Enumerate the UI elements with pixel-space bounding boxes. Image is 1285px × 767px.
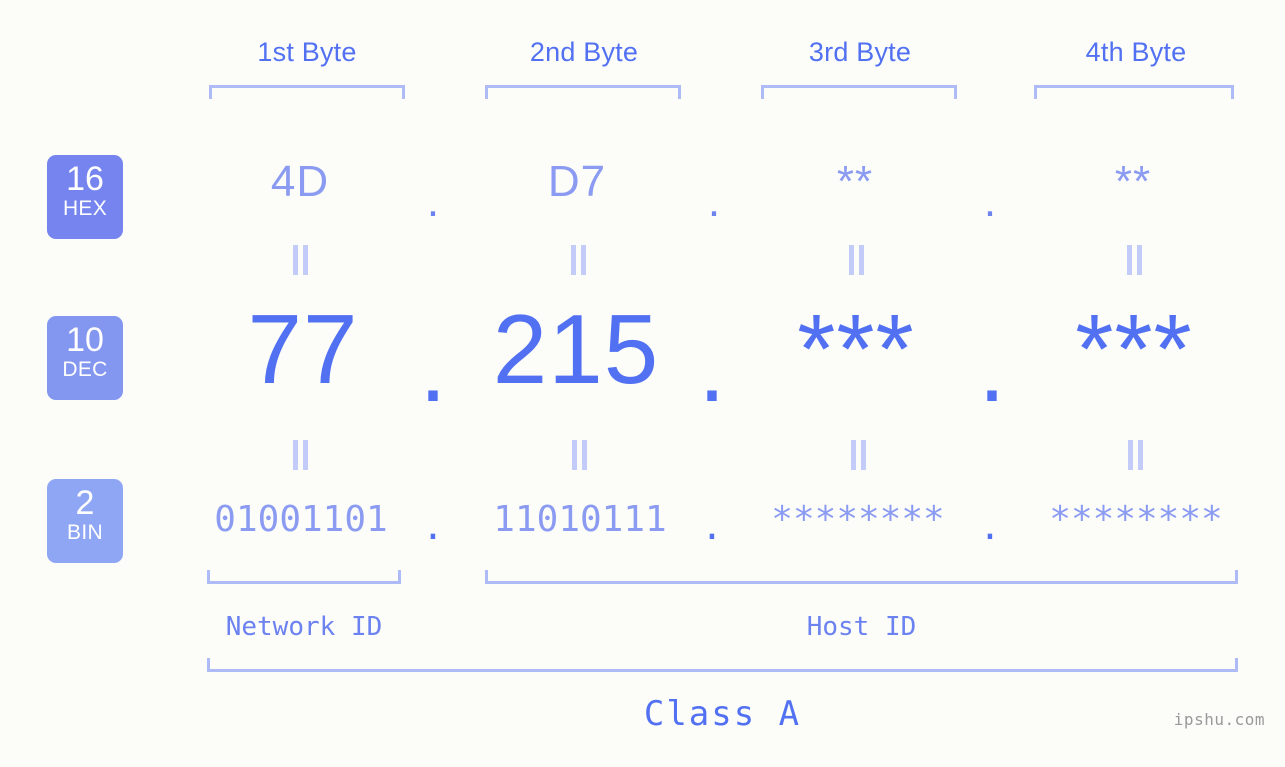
base-badge-hex-number: 16 — [66, 160, 104, 198]
base-badge-dec-label: DEC — [62, 358, 108, 381]
equals-connector-dec-bin-3 — [845, 440, 871, 470]
base-badge-hex-label: HEX — [62, 197, 108, 220]
byte-header-2: 2nd Byte — [529, 37, 639, 67]
bin-byte-4: ******** — [1049, 499, 1223, 540]
base-badge-dec: 10 DEC — [47, 316, 123, 400]
dec-byte-3: *** — [797, 294, 915, 404]
byte-bracket-2 — [485, 85, 681, 99]
equals-connector-hex-dec-3 — [843, 245, 869, 275]
host-id-label: Host ID — [806, 612, 917, 642]
dec-separator-3: . — [978, 312, 1006, 422]
bin-byte-1: 01001101 — [214, 499, 388, 540]
hex-byte-2: D7 — [547, 157, 607, 206]
bin-byte-3: ******** — [771, 499, 945, 540]
equals-connector-dec-bin-4 — [1122, 440, 1148, 470]
equals-connector-dec-bin-1 — [287, 440, 313, 470]
byte-header-4: 4th Byte — [1085, 37, 1187, 67]
hex-separator-3: . — [983, 177, 997, 226]
dec-separator-1: . — [419, 312, 447, 422]
network-id-bracket — [207, 570, 401, 584]
bin-separator-1: . — [422, 507, 444, 548]
host-id-bracket — [485, 570, 1238, 584]
base-badge-bin-label: BIN — [67, 521, 103, 544]
dec-separator-2: . — [698, 312, 726, 422]
hex-byte-4: ** — [1114, 157, 1152, 206]
base-badge-bin: 2 BIN — [47, 479, 123, 563]
base-badge-dec-number: 10 — [66, 321, 104, 359]
equals-connector-hex-dec-4 — [1121, 245, 1147, 275]
watermark: ipshu.com — [1173, 710, 1265, 729]
dec-byte-1: 77 — [247, 294, 359, 404]
class-label: Class A — [643, 694, 802, 734]
base-badge-hex: 16 HEX — [47, 155, 123, 239]
byte-bracket-1 — [209, 85, 405, 99]
hex-byte-1: 4D — [270, 157, 330, 206]
byte-header-1: 1st Byte — [257, 37, 357, 67]
class-bracket — [207, 658, 1238, 672]
dec-byte-4: *** — [1075, 294, 1193, 404]
hex-separator-1: . — [426, 177, 440, 226]
equals-connector-hex-dec-2 — [565, 245, 591, 275]
byte-bracket-3 — [761, 85, 957, 99]
byte-bracket-4 — [1034, 85, 1234, 99]
byte-header-3: 3rd Byte — [808, 37, 912, 67]
dec-byte-2: 215 — [492, 294, 660, 404]
hex-byte-3: ** — [836, 157, 874, 206]
hex-separator-2: . — [707, 177, 721, 226]
bin-separator-3: . — [979, 507, 1001, 548]
bin-byte-2: 11010111 — [493, 499, 667, 540]
network-id-label: Network ID — [225, 612, 383, 642]
base-badge-bin-number: 2 — [75, 484, 95, 522]
equals-connector-hex-dec-1 — [287, 245, 313, 275]
equals-connector-dec-bin-2 — [566, 440, 592, 470]
ip-address-breakdown-diagram: 1st Byte 2nd Byte 3rd Byte 4th Byte 16 H… — [0, 0, 1285, 767]
bin-separator-2: . — [701, 507, 723, 548]
